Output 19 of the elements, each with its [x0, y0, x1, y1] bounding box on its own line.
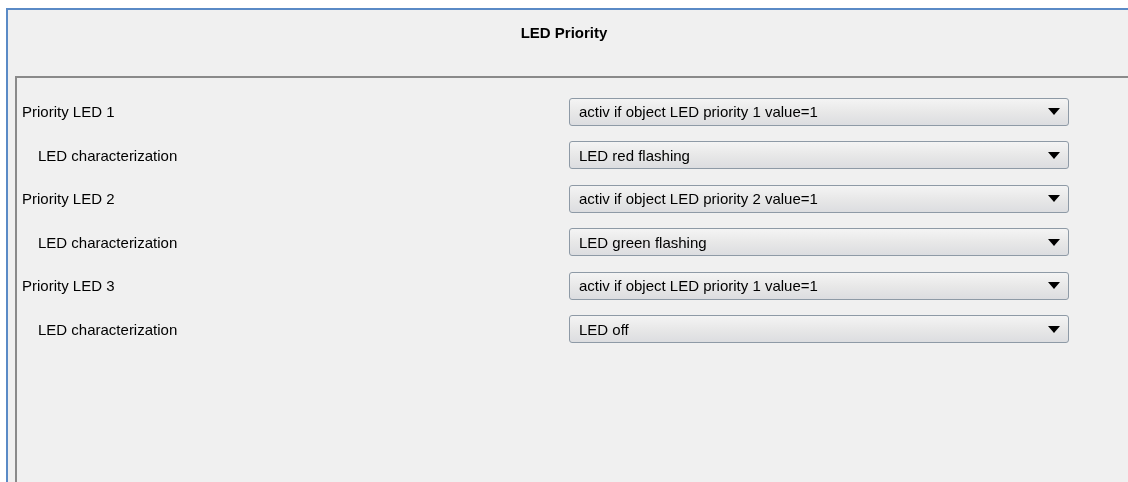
setting-label: LED characterization — [37, 146, 179, 164]
setting-label: LED characterization — [37, 320, 179, 338]
section-title: LED Priority — [520, 24, 608, 41]
caret-icon — [1048, 108, 1060, 116]
dropdown[interactable]: activ if object LED priority 1 value=1 — [569, 271, 1069, 300]
caret-icon — [1048, 151, 1060, 159]
dropdown[interactable]: LED red flashing — [569, 141, 1069, 170]
dropdown[interactable]: LED green flashing — [569, 228, 1069, 257]
caret-icon — [1048, 282, 1060, 290]
caret-icon — [1048, 195, 1060, 203]
setting-label: LED characterization — [37, 233, 179, 251]
caret-icon — [1048, 238, 1060, 246]
dropdown[interactable]: activ if object LED priority 1 value=1 — [569, 97, 1069, 126]
dropdown[interactable]: LED off — [569, 315, 1069, 344]
setting-label: Priority LED 2 — [21, 190, 116, 208]
setting-label: Priority LED 1 — [21, 103, 116, 121]
dropdown[interactable]: activ if object LED priority 2 value=1 — [569, 184, 1069, 213]
setting-label: Priority LED 3 — [21, 277, 116, 295]
caret-icon — [1048, 325, 1060, 333]
